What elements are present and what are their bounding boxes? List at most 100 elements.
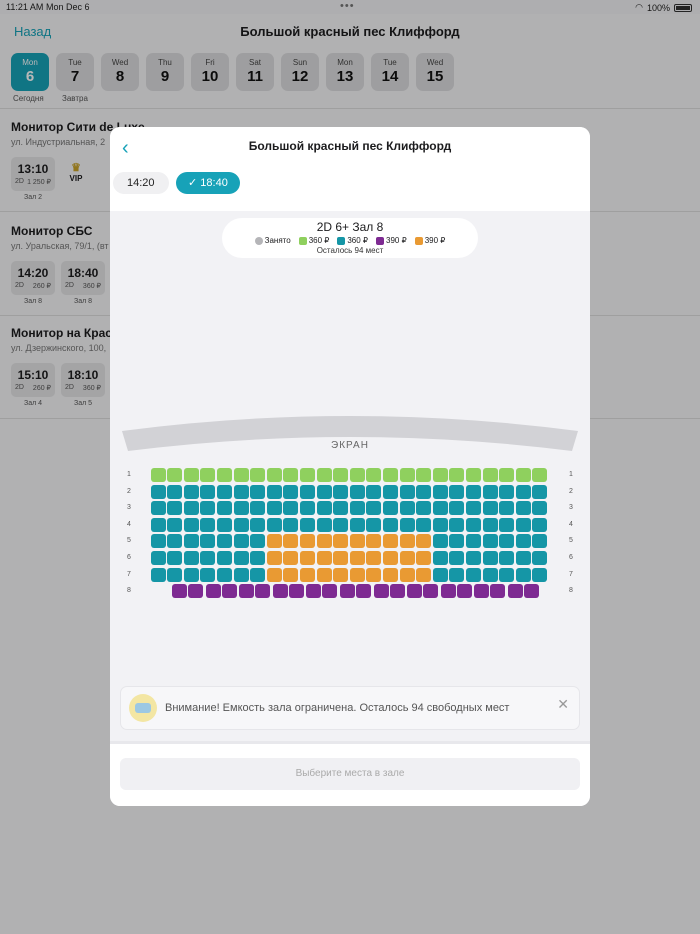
seat[interactable] (482, 567, 498, 582)
seat[interactable] (233, 468, 249, 482)
seat[interactable] (465, 534, 481, 549)
seat[interactable] (432, 567, 448, 582)
seat[interactable] (416, 567, 432, 582)
seat[interactable] (366, 484, 382, 499)
seat[interactable] (532, 468, 548, 482)
seat[interactable] (167, 517, 183, 532)
seat[interactable] (333, 468, 349, 482)
seat[interactable] (250, 517, 266, 532)
seat[interactable] (150, 534, 166, 549)
seat[interactable] (250, 468, 266, 482)
seat[interactable] (349, 551, 365, 565)
seat[interactable] (449, 551, 465, 565)
seat[interactable] (283, 534, 299, 549)
seat[interactable] (490, 584, 506, 599)
seat[interactable] (349, 517, 365, 532)
close-icon[interactable]: ✕ (557, 696, 569, 713)
seat[interactable] (366, 551, 382, 565)
seat[interactable] (366, 468, 382, 482)
seat[interactable] (216, 567, 232, 582)
seat[interactable] (532, 501, 548, 516)
seat[interactable] (233, 567, 249, 582)
seat[interactable] (432, 484, 448, 499)
seat[interactable] (515, 517, 531, 532)
seat[interactable] (389, 584, 405, 599)
seat[interactable] (356, 584, 371, 599)
seat[interactable] (366, 567, 382, 582)
seat[interactable] (382, 501, 398, 516)
seat[interactable] (515, 501, 531, 516)
seat[interactable] (349, 534, 365, 549)
seat[interactable] (150, 517, 166, 532)
seat[interactable] (499, 501, 515, 516)
time-chip-1840[interactable]: ✓ 18:40 (176, 172, 240, 194)
seat[interactable] (216, 551, 232, 565)
seat[interactable] (150, 468, 166, 482)
seat[interactable] (333, 517, 349, 532)
seat[interactable] (150, 567, 166, 582)
seat[interactable] (316, 534, 332, 549)
seat[interactable] (349, 484, 365, 499)
seat[interactable] (515, 468, 531, 482)
seat[interactable] (432, 551, 448, 565)
seat[interactable] (183, 468, 199, 482)
seat[interactable] (183, 517, 199, 532)
seat[interactable] (349, 567, 365, 582)
seat[interactable] (449, 484, 465, 499)
seat[interactable] (316, 484, 332, 499)
seat[interactable] (299, 534, 315, 549)
seat[interactable] (449, 501, 465, 516)
seat[interactable] (382, 551, 398, 565)
seat[interactable] (499, 551, 515, 565)
seat[interactable] (283, 468, 299, 482)
seat[interactable] (216, 534, 232, 549)
seat[interactable] (482, 517, 498, 532)
seat[interactable] (333, 501, 349, 516)
seat[interactable] (200, 501, 216, 516)
seat[interactable] (250, 534, 266, 549)
seat[interactable] (416, 501, 432, 516)
seat[interactable] (432, 501, 448, 516)
seat[interactable] (266, 567, 282, 582)
seat[interactable] (399, 484, 415, 499)
seat[interactable] (333, 567, 349, 582)
seat[interactable] (283, 517, 299, 532)
seat[interactable] (423, 584, 439, 599)
seat[interactable] (515, 484, 531, 499)
seat[interactable] (366, 534, 382, 549)
seat[interactable] (306, 584, 322, 599)
seat[interactable] (221, 584, 237, 599)
seat[interactable] (172, 584, 187, 599)
seat[interactable] (299, 501, 315, 516)
seat[interactable] (399, 534, 415, 549)
seat[interactable] (340, 584, 355, 599)
seat[interactable] (382, 517, 398, 532)
seat[interactable] (366, 517, 382, 532)
seat[interactable] (200, 534, 216, 549)
seat[interactable] (449, 517, 465, 532)
seat[interactable] (416, 551, 432, 565)
seat[interactable] (167, 534, 183, 549)
seat[interactable] (482, 551, 498, 565)
seat[interactable] (200, 484, 216, 499)
seat[interactable] (499, 517, 515, 532)
seat[interactable] (474, 584, 490, 599)
seat[interactable] (233, 501, 249, 516)
seat[interactable] (183, 501, 199, 516)
seat[interactable] (432, 517, 448, 532)
seat[interactable] (465, 517, 481, 532)
seat[interactable] (266, 517, 282, 532)
seat[interactable] (508, 584, 523, 599)
seat[interactable] (283, 484, 299, 499)
seat[interactable] (188, 584, 203, 599)
seat[interactable] (382, 534, 398, 549)
seat[interactable] (333, 484, 349, 499)
seat[interactable] (283, 551, 299, 565)
seat[interactable] (272, 584, 288, 599)
seat[interactable] (250, 567, 266, 582)
seat[interactable] (299, 567, 315, 582)
seat[interactable] (250, 551, 266, 565)
seat[interactable] (316, 567, 332, 582)
seat[interactable] (316, 517, 332, 532)
seat[interactable] (288, 584, 304, 599)
